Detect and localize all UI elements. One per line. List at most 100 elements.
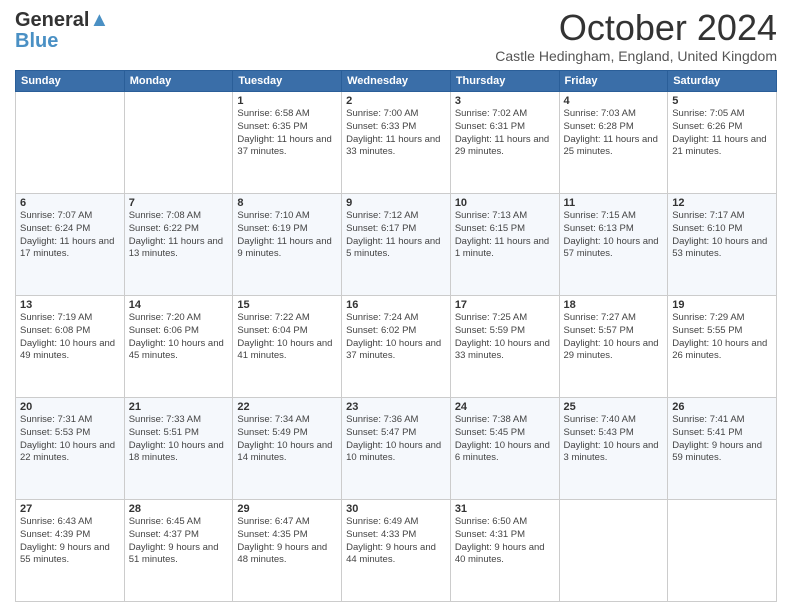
day-info-line: Daylight: 11 hours and 9 minutes. xyxy=(237,236,337,262)
table-row: 29Sunrise: 6:47 AMSunset: 4:35 PMDayligh… xyxy=(233,500,342,602)
day-number: 10 xyxy=(455,197,555,209)
day-info: Sunrise: 7:31 AMSunset: 5:53 PMDaylight:… xyxy=(20,414,120,465)
day-info-line: Daylight: 9 hours and 55 minutes. xyxy=(20,542,120,568)
day-info: Sunrise: 7:08 AMSunset: 6:22 PMDaylight:… xyxy=(129,210,229,261)
table-row xyxy=(559,500,668,602)
day-number: 20 xyxy=(20,401,120,413)
table-row: 22Sunrise: 7:34 AMSunset: 5:49 PMDayligh… xyxy=(233,398,342,500)
day-info-line: Daylight: 11 hours and 1 minute. xyxy=(455,236,555,262)
day-info-line: Sunrise: 7:40 AM xyxy=(564,414,664,427)
day-number: 14 xyxy=(129,299,229,311)
day-info-line: Daylight: 11 hours and 33 minutes. xyxy=(346,134,446,160)
day-info: Sunrise: 7:13 AMSunset: 6:15 PMDaylight:… xyxy=(455,210,555,261)
day-info: Sunrise: 7:00 AMSunset: 6:33 PMDaylight:… xyxy=(346,108,446,159)
day-number: 19 xyxy=(672,299,772,311)
day-info-line: Sunset: 6:31 PM xyxy=(455,121,555,134)
day-info: Sunrise: 7:17 AMSunset: 6:10 PMDaylight:… xyxy=(672,210,772,261)
day-info-line: Sunrise: 7:34 AM xyxy=(237,414,337,427)
day-info: Sunrise: 7:33 AMSunset: 5:51 PMDaylight:… xyxy=(129,414,229,465)
day-info-line: Daylight: 10 hours and 10 minutes. xyxy=(346,440,446,466)
day-info-line: Daylight: 10 hours and 45 minutes. xyxy=(129,338,229,364)
day-info-line: Daylight: 10 hours and 29 minutes. xyxy=(564,338,664,364)
col-friday: Friday xyxy=(559,71,668,92)
title-section: October 2024 Castle Hedingham, England, … xyxy=(495,10,777,64)
table-row: 7Sunrise: 7:08 AMSunset: 6:22 PMDaylight… xyxy=(124,194,233,296)
day-info-line: Sunrise: 7:27 AM xyxy=(564,312,664,325)
day-info-line: Sunset: 6:35 PM xyxy=(237,121,337,134)
day-info-line: Sunset: 6:06 PM xyxy=(129,325,229,338)
day-info: Sunrise: 7:22 AMSunset: 6:04 PMDaylight:… xyxy=(237,312,337,363)
col-thursday: Thursday xyxy=(450,71,559,92)
day-info-line: Daylight: 9 hours and 44 minutes. xyxy=(346,542,446,568)
day-info-line: Sunset: 6:19 PM xyxy=(237,223,337,236)
day-info-line: Daylight: 10 hours and 14 minutes. xyxy=(237,440,337,466)
day-number: 16 xyxy=(346,299,446,311)
day-info-line: Sunset: 6:24 PM xyxy=(20,223,120,236)
day-info-line: Sunset: 4:33 PM xyxy=(346,529,446,542)
day-info: Sunrise: 7:41 AMSunset: 5:41 PMDaylight:… xyxy=(672,414,772,465)
table-row xyxy=(124,92,233,194)
day-info-line: Sunset: 6:10 PM xyxy=(672,223,772,236)
day-info-line: Daylight: 10 hours and 18 minutes. xyxy=(129,440,229,466)
table-row: 10Sunrise: 7:13 AMSunset: 6:15 PMDayligh… xyxy=(450,194,559,296)
day-info-line: Daylight: 11 hours and 13 minutes. xyxy=(129,236,229,262)
table-row: 26Sunrise: 7:41 AMSunset: 5:41 PMDayligh… xyxy=(668,398,777,500)
table-row: 5Sunrise: 7:05 AMSunset: 6:26 PMDaylight… xyxy=(668,92,777,194)
day-info-line: Daylight: 10 hours and 57 minutes. xyxy=(564,236,664,262)
day-info-line: Sunset: 6:13 PM xyxy=(564,223,664,236)
day-info: Sunrise: 6:45 AMSunset: 4:37 PMDaylight:… xyxy=(129,516,229,567)
day-info-line: Sunset: 6:26 PM xyxy=(672,121,772,134)
day-number: 1 xyxy=(237,95,337,107)
day-info-line: Sunset: 5:55 PM xyxy=(672,325,772,338)
day-info: Sunrise: 7:24 AMSunset: 6:02 PMDaylight:… xyxy=(346,312,446,363)
day-info: Sunrise: 7:05 AMSunset: 6:26 PMDaylight:… xyxy=(672,108,772,159)
day-info-line: Sunset: 4:39 PM xyxy=(20,529,120,542)
day-info-line: Sunrise: 7:00 AM xyxy=(346,108,446,121)
calendar-week-row: 27Sunrise: 6:43 AMSunset: 4:39 PMDayligh… xyxy=(16,500,777,602)
day-info-line: Sunrise: 6:49 AM xyxy=(346,516,446,529)
day-info-line: Sunset: 6:04 PM xyxy=(237,325,337,338)
table-row xyxy=(16,92,125,194)
day-info-line: Sunrise: 7:13 AM xyxy=(455,210,555,223)
day-info-line: Sunset: 5:47 PM xyxy=(346,427,446,440)
day-info-line: Sunrise: 7:05 AM xyxy=(672,108,772,121)
day-info-line: Sunrise: 7:38 AM xyxy=(455,414,555,427)
day-number: 9 xyxy=(346,197,446,209)
day-number: 5 xyxy=(672,95,772,107)
table-row: 20Sunrise: 7:31 AMSunset: 5:53 PMDayligh… xyxy=(16,398,125,500)
day-info-line: Daylight: 10 hours and 22 minutes. xyxy=(20,440,120,466)
day-info: Sunrise: 7:34 AMSunset: 5:49 PMDaylight:… xyxy=(237,414,337,465)
day-info-line: Sunrise: 7:19 AM xyxy=(20,312,120,325)
day-number: 25 xyxy=(564,401,664,413)
day-info-line: Sunrise: 7:10 AM xyxy=(237,210,337,223)
table-row: 18Sunrise: 7:27 AMSunset: 5:57 PMDayligh… xyxy=(559,296,668,398)
table-row: 31Sunrise: 6:50 AMSunset: 4:31 PMDayligh… xyxy=(450,500,559,602)
day-info-line: Sunset: 5:41 PM xyxy=(672,427,772,440)
day-info-line: Sunrise: 6:50 AM xyxy=(455,516,555,529)
day-info-line: Sunrise: 7:08 AM xyxy=(129,210,229,223)
table-row: 11Sunrise: 7:15 AMSunset: 6:13 PMDayligh… xyxy=(559,194,668,296)
day-info-line: Sunrise: 7:41 AM xyxy=(672,414,772,427)
day-number: 26 xyxy=(672,401,772,413)
day-info-line: Sunset: 4:35 PM xyxy=(237,529,337,542)
day-number: 23 xyxy=(346,401,446,413)
day-info-line: Daylight: 9 hours and 51 minutes. xyxy=(129,542,229,568)
table-row: 21Sunrise: 7:33 AMSunset: 5:51 PMDayligh… xyxy=(124,398,233,500)
logo-blue: Blue xyxy=(15,30,58,52)
day-info-line: Sunrise: 7:33 AM xyxy=(129,414,229,427)
day-info-line: Sunrise: 7:31 AM xyxy=(20,414,120,427)
day-info-line: Daylight: 10 hours and 41 minutes. xyxy=(237,338,337,364)
day-info-line: Sunset: 5:59 PM xyxy=(455,325,555,338)
col-monday: Monday xyxy=(124,71,233,92)
col-wednesday: Wednesday xyxy=(342,71,451,92)
table-row: 3Sunrise: 7:02 AMSunset: 6:31 PMDaylight… xyxy=(450,92,559,194)
day-info-line: Sunrise: 6:47 AM xyxy=(237,516,337,529)
table-row: 14Sunrise: 7:20 AMSunset: 6:06 PMDayligh… xyxy=(124,296,233,398)
day-info-line: Daylight: 10 hours and 33 minutes. xyxy=(455,338,555,364)
day-info: Sunrise: 6:58 AMSunset: 6:35 PMDaylight:… xyxy=(237,108,337,159)
logo: General▲ Blue xyxy=(15,10,109,52)
day-info-line: Sunrise: 7:36 AM xyxy=(346,414,446,427)
day-info-line: Daylight: 9 hours and 59 minutes. xyxy=(672,440,772,466)
day-info-line: Daylight: 11 hours and 21 minutes. xyxy=(672,134,772,160)
day-info-line: Sunset: 5:45 PM xyxy=(455,427,555,440)
